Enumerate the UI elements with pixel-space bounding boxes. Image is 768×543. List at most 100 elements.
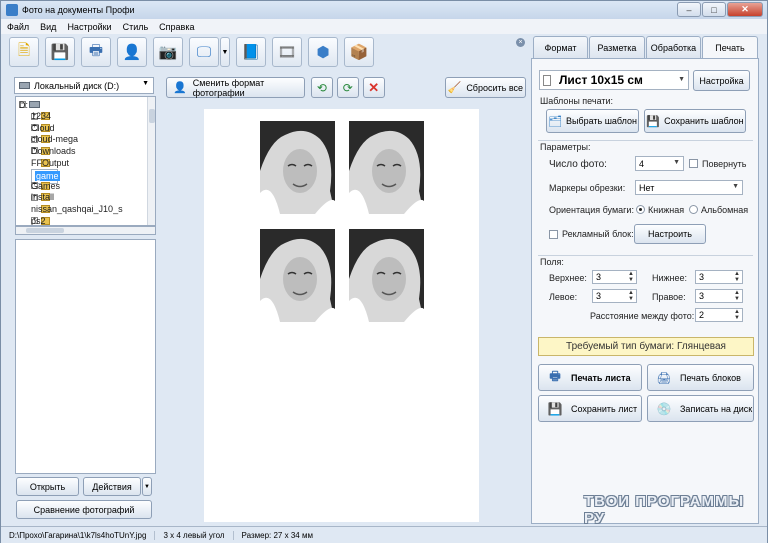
rotate-left-button[interactable]: ⟲ [311, 77, 333, 98]
spinner-arrows-icon[interactable]: ▲ ▼ [734, 271, 740, 283]
gap-input[interactable]: 2 ▲ ▼ [695, 308, 743, 322]
tree-node[interactable]: + Games [31, 180, 60, 191]
title-bar: Фото на документы Профи – □ ✕ [1, 1, 767, 19]
actions-dropdown[interactable]: ▼ [142, 477, 152, 496]
photo-thumbnail[interactable] [349, 229, 424, 322]
box-button[interactable]: 📦 [344, 37, 374, 67]
tree-horizontal-scrollbar[interactable] [15, 226, 156, 235]
camera-button[interactable]: 📷 [153, 37, 183, 67]
tree-node-label: D: [19, 99, 28, 110]
tree-node[interactable]: + Cloud [31, 122, 55, 133]
write-disk-label: Записать на диск [680, 403, 753, 414]
file-new-button[interactable]: 🗎 [9, 37, 39, 67]
save-template-label: Сохранить шаблон [664, 116, 744, 126]
minimize-button[interactable]: – [677, 2, 701, 17]
markers-value: Нет [639, 182, 655, 193]
menu-file[interactable]: Файл [7, 22, 29, 32]
menu-style[interactable]: Стиль [123, 22, 149, 32]
person-button[interactable]: 👤 [117, 37, 147, 67]
tree-node[interactable]: nissan_qashqai_J10_s [31, 203, 123, 214]
tree-node[interactable]: + install [31, 192, 54, 203]
delete-button[interactable]: ✕ [362, 77, 385, 98]
reset-all-button[interactable]: 🧹 Сбросить все [444, 77, 527, 98]
drive-select[interactable]: Локальный диск (D:) ▼ [14, 77, 154, 94]
status-bar: D:\Прохо\Гагарина\1\k7ls4hoTUnY.jpg 3 x … [1, 526, 767, 543]
printer-icon: 🖶 [549, 369, 561, 383]
app-icon [6, 4, 18, 16]
separator [538, 255, 753, 256]
tab-print[interactable]: Печать [702, 36, 758, 59]
compare-photos-button[interactable]: Сравнение фотографий [16, 500, 152, 519]
ad-block-checkbox[interactable] [549, 230, 558, 239]
tree-node[interactable]: FFOutput [31, 157, 69, 168]
top-margin-label: Верхнее: [549, 273, 587, 283]
monitor-button[interactable]: 🖵 [189, 37, 219, 67]
menu-view[interactable]: Вид [40, 22, 56, 32]
toolbar-close-icon[interactable]: × [516, 38, 525, 47]
film-button[interactable]: 🎞 [272, 37, 302, 67]
rotate-checkbox[interactable] [689, 159, 698, 168]
photo-thumbnail[interactable] [260, 121, 335, 214]
status-file-path: D:\Прохо\Гагарина\1\k7ls4hoTUnY.jpg [1, 530, 156, 540]
spinner-arrows-icon[interactable]: ▲ ▼ [734, 290, 740, 302]
portrait-radio[interactable] [636, 205, 645, 214]
reset-all-label: Сбросить все [466, 82, 524, 93]
tree-vertical-scrollbar[interactable] [147, 97, 155, 225]
tree-node[interactable]: + Downloads [31, 145, 76, 156]
cube-button[interactable]: ⬢ [308, 37, 338, 67]
change-format-button[interactable]: 👤 Сменить формат фотографии [166, 77, 306, 98]
book-button[interactable]: 📘 [236, 37, 266, 67]
sheet-settings-button[interactable]: Настройка [693, 70, 750, 91]
menu-help[interactable]: Справка [159, 22, 194, 32]
print-blocks-button[interactable]: 🖨 Печать блоков [647, 364, 754, 391]
photo-thumbnail[interactable] [260, 229, 335, 322]
folder-icon: 🗂 [547, 115, 562, 128]
spinner-arrows-icon[interactable]: ▲ ▼ [628, 271, 634, 283]
tree-node[interactable]: + ps2 [31, 215, 53, 225]
templates-label: Шаблоны печати: [540, 96, 614, 106]
markers-select[interactable]: Нет ▼ [635, 180, 743, 195]
actions-button[interactable]: Действия [83, 477, 141, 496]
menu-settings[interactable]: Настройки [67, 22, 111, 32]
tree-node[interactable]: + cloud-mega [31, 134, 78, 145]
tab-layout[interactable]: Разметка [589, 36, 645, 58]
sheet-size-select[interactable]: Лист 10x15 см ▼ [539, 70, 689, 90]
print-button[interactable]: 🖶 [81, 37, 111, 67]
save-sheet-button[interactable]: 💾 Сохранить лист [538, 395, 642, 422]
photo-thumbnail[interactable] [349, 121, 424, 214]
monitor-dropdown[interactable]: ▼ [220, 37, 230, 67]
configure-ad-button[interactable]: Настроить [634, 224, 706, 244]
choose-template-button[interactable]: 🗂 Выбрать шаблон [546, 109, 639, 133]
tab-processing[interactable]: Обработка [646, 36, 701, 58]
write-disk-button[interactable]: 💿 Записать на диск [647, 395, 754, 422]
scroll-thumb[interactable] [26, 228, 64, 233]
scroll-thumb[interactable] [149, 109, 155, 123]
bottom-margin-input[interactable]: 3 ▲ ▼ [695, 270, 743, 284]
right-margin-input[interactable]: 3 ▲ ▼ [695, 289, 743, 303]
rotate-right-icon: ⟳ [342, 80, 353, 95]
tree-node[interactable]: − D: [19, 99, 43, 110]
folder-tree[interactable]: − D: +1234 + Cloud + cloud-mega + Downloads FFOut… [15, 96, 156, 226]
left-margin-input[interactable]: 3 ▲ ▼ [592, 289, 637, 303]
spinner-arrows-icon[interactable]: ▲ ▼ [628, 290, 634, 302]
save-template-button[interactable]: 💾 Сохранить шаблон [644, 109, 746, 133]
gap-label: Расстояние между фото: [590, 311, 695, 321]
app-window: Фото на документы Профи – □ ✕ Файл Вид Н… [0, 0, 768, 543]
print-settings-panel: Лист 10x15 см ▼ Настройка Шаблоны печати… [531, 58, 759, 524]
photo-count-select[interactable]: 4 ▼ [635, 156, 684, 171]
spinner-arrows-icon[interactable]: ▲ ▼ [734, 309, 740, 321]
tree-node-label: Cloud [31, 122, 55, 133]
landscape-radio[interactable] [689, 205, 698, 214]
save-button[interactable]: 💾 [45, 37, 75, 67]
rotate-right-button[interactable]: ⟳ [336, 77, 359, 98]
portrait-label: Книжная [648, 205, 685, 215]
print-sheet-button[interactable]: 🖶 Печать листа [538, 364, 642, 391]
person-icon: 👤 [122, 44, 142, 61]
person-icon: 👤 [173, 82, 187, 94]
maximize-button[interactable]: □ [702, 2, 726, 17]
top-margin-input[interactable]: 3 ▲ ▼ [592, 270, 637, 284]
close-button[interactable]: ✕ [727, 2, 763, 17]
tab-format[interactable]: Формат [533, 36, 588, 58]
open-button[interactable]: Открыть [16, 477, 79, 496]
tree-node[interactable]: +1234 [31, 111, 53, 122]
